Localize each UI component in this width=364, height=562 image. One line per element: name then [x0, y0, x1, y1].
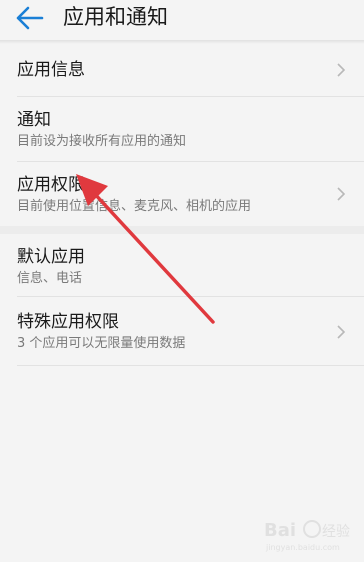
page-title: 应用和通知 [63, 5, 168, 29]
svg-text:jingyan.baidu.com: jingyan.baidu.com [265, 543, 340, 552]
item-subtitle: 3 个应用可以无限量使用数据 [17, 336, 186, 351]
svg-text:Bai: Bai [264, 520, 296, 541]
list-item-app-info[interactable]: 应用信息 [0, 44, 364, 96]
divider [17, 365, 364, 366]
item-label: 通知 [17, 110, 51, 130]
item-label: 应用信息 [17, 60, 85, 80]
app-bar: 应用和通知 [0, 0, 364, 40]
item-subtitle: 目前使用位置信息、麦克风、相机的应用 [17, 199, 252, 214]
svg-text:经验: 经验 [322, 524, 350, 540]
item-subtitle: 信息、电话 [17, 271, 83, 286]
list-item-special-access[interactable]: 特殊应用权限 3 个应用可以无限量使用数据 [0, 297, 364, 363]
chevron-right-icon [337, 325, 346, 339]
item-label: 应用权限 [17, 175, 85, 195]
section-separator [0, 226, 364, 234]
list-item-app-permissions[interactable]: 应用权限 目前使用位置信息、麦克风、相机的应用 [0, 162, 364, 226]
item-subtitle: 目前设为接收所有应用的通知 [17, 134, 187, 149]
item-label: 特殊应用权限 [17, 312, 119, 332]
chevron-right-icon [337, 63, 346, 77]
list-item-default-apps[interactable]: 默认应用 信息、电话 [0, 234, 364, 296]
back-arrow-icon[interactable] [14, 4, 46, 32]
list-item-notifications[interactable]: 通知 目前设为接收所有应用的通知 [0, 97, 364, 161]
item-label: 默认应用 [17, 247, 85, 267]
watermark-logo: Bai 经验 jingyan.baidu.com [264, 514, 354, 554]
chevron-right-icon [337, 187, 346, 201]
